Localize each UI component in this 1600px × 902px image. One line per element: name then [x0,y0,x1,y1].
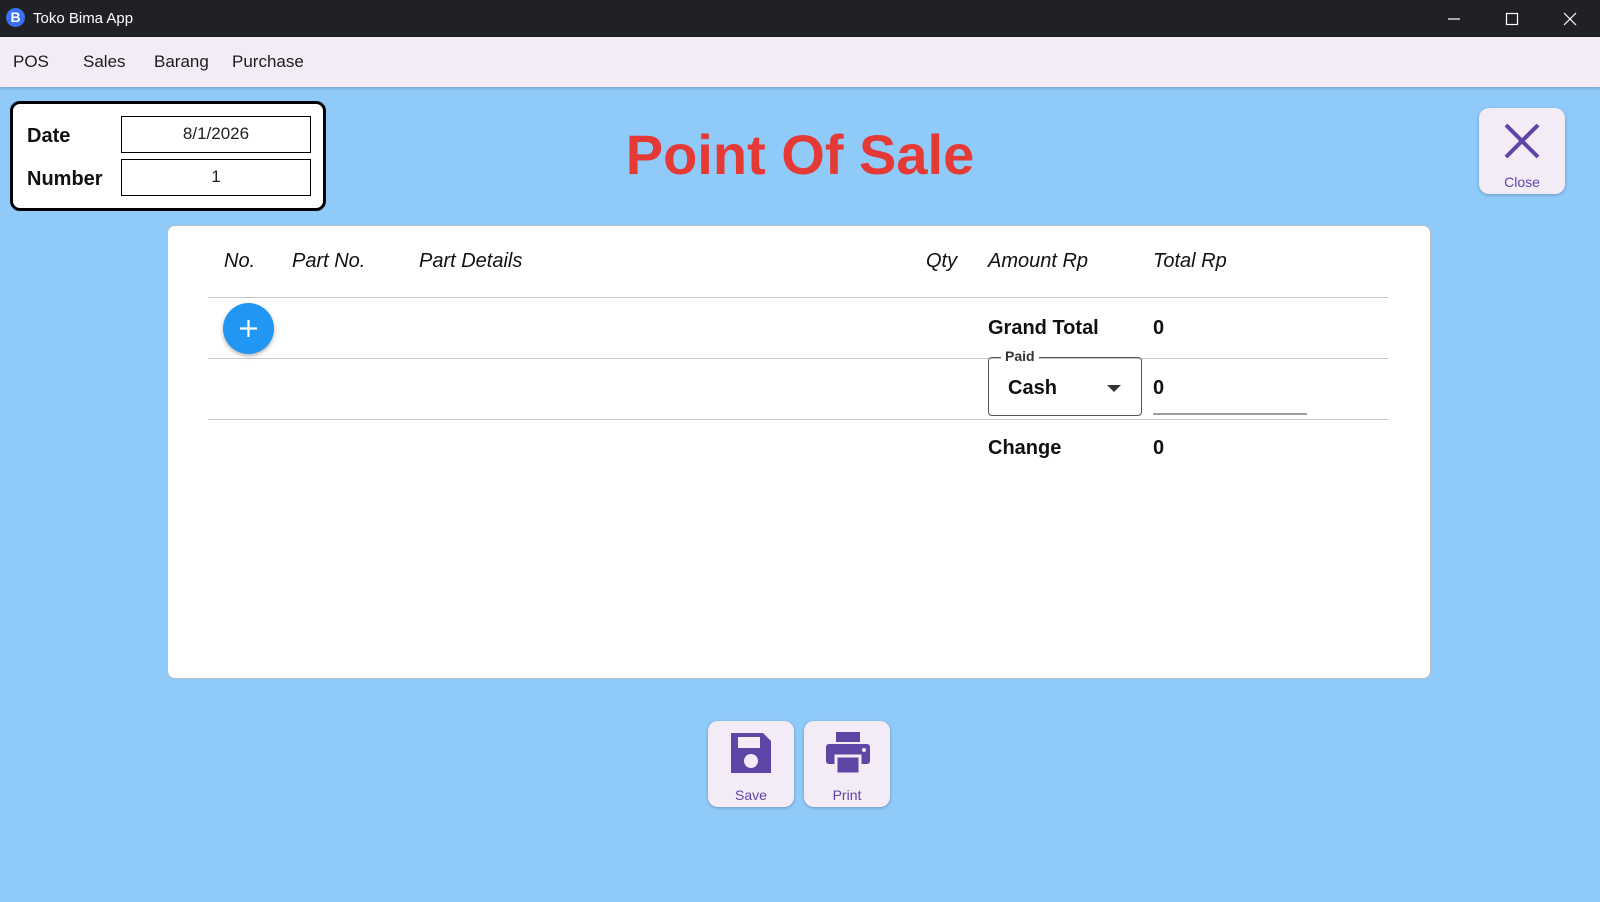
save-button-label: Save [735,787,767,803]
grand-total-value: 0 [1153,317,1165,339]
transaction-info-box: Date 8/1/2026 Number 1 [10,101,326,211]
page-title: Point Of Sale [625,123,975,186]
window-title: Toko Bima App [33,10,134,27]
grand-total-label: Grand Total [988,317,1099,339]
printer-icon [826,732,870,776]
menu-item-purchase[interactable]: Purchase [232,52,304,72]
column-header-part-no: Part No. [292,250,366,272]
chevron-down-icon [1107,385,1121,392]
pos-table-panel: No. Part No. Part Details Qty Amount Rp … [167,225,1431,679]
paid-amount-value: 0 [1153,377,1165,399]
maximize-button[interactable] [1483,0,1541,37]
divider [208,297,1388,298]
divider [208,419,1388,420]
payment-method-value: Cash [1008,377,1057,399]
menu-item-sales[interactable]: Sales [83,52,126,72]
save-icon [731,733,771,773]
date-field[interactable]: 8/1/2026 [121,116,311,153]
change-label: Change [988,437,1062,459]
menu-item-pos[interactable]: POS [13,52,49,72]
column-header-part-details: Part Details [419,250,523,272]
menu-item-barang[interactable]: Barang [154,52,209,72]
window-titlebar: B Toko Bima App [0,0,1600,37]
payment-method-select[interactable]: Paid Cash [988,348,1142,416]
column-header-qty: Qty [926,250,958,272]
print-button-label: Print [832,787,862,803]
close-button-label: Close [1504,174,1540,190]
date-label: Date [27,125,71,147]
paid-label: Paid [1001,348,1039,364]
x-icon [1504,123,1540,159]
close-icon [1563,12,1577,26]
change-value: 0 [1153,437,1165,459]
save-button[interactable]: Save [708,721,794,807]
paid-amount-input[interactable]: 0 [1153,359,1307,415]
maximize-icon [1505,12,1519,26]
number-field[interactable]: 1 [121,159,311,196]
plus-icon [240,320,257,337]
app-logo-icon: B [6,8,25,27]
print-button[interactable]: Print [804,721,890,807]
column-header-no: No. [224,250,256,272]
number-label: Number [27,168,103,190]
close-button[interactable]: Close [1479,108,1565,194]
window-close-button[interactable] [1541,0,1599,37]
minimize-button[interactable] [1425,0,1483,37]
minimize-icon [1448,18,1460,20]
column-header-amount: Amount Rp [988,250,1089,272]
add-item-button[interactable] [223,303,274,354]
column-header-total: Total Rp [1153,250,1227,272]
menu-bar: POS Sales Barang Purchase [0,37,1600,87]
